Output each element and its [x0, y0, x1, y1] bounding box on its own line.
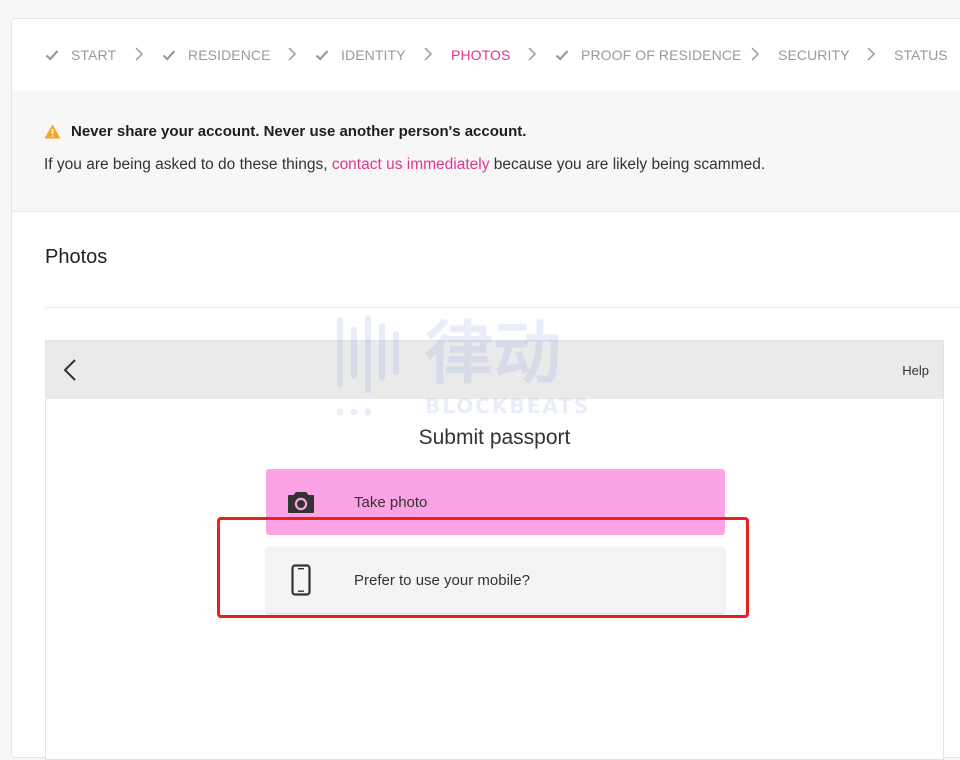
progress-stepper: START RESIDENCE IDENTITY PHOTOS PROOF OF…: [12, 19, 960, 91]
check-icon: [162, 49, 176, 61]
chevron-right-icon: [751, 47, 760, 61]
step-proof-of-residence[interactable]: PROOF OF RESIDENCE: [555, 19, 741, 90]
step-label: PHOTOS: [451, 46, 511, 63]
step-start[interactable]: START: [45, 19, 116, 90]
warning-title-text: Never share your account. Never use anot…: [71, 123, 527, 140]
camera-icon: [286, 487, 316, 517]
warning-triangle-icon: [44, 124, 61, 139]
step-identity[interactable]: IDENTITY: [315, 19, 406, 90]
step-residence[interactable]: RESIDENCE: [162, 19, 271, 90]
widget-header: Help: [46, 341, 943, 399]
chevron-right-icon: [528, 47, 537, 61]
take-photo-button[interactable]: Take photo: [266, 469, 725, 535]
scam-warning-box: Never share your account. Never use anot…: [12, 90, 960, 212]
check-icon: [315, 49, 329, 61]
chevron-left-icon[interactable]: [60, 357, 82, 383]
step-security[interactable]: SECURITY: [778, 19, 850, 90]
warning-title: Never share your account. Never use anot…: [44, 123, 526, 140]
step-label: IDENTITY: [341, 46, 406, 63]
warning-text-before: If you are being asked to do these thing…: [44, 156, 328, 173]
passport-upload-widget: Help Submit passport Take photo Prefer t…: [45, 340, 944, 760]
chevron-right-icon: [135, 47, 144, 61]
step-label: START: [71, 46, 117, 63]
widget-title: Submit passport: [418, 426, 571, 449]
check-icon: [45, 49, 59, 61]
step-label: PROOF OF RESIDENCE: [581, 46, 742, 63]
chevron-right-icon: [424, 47, 433, 61]
step-label: SECURITY: [778, 46, 850, 63]
step-photos[interactable]: PHOTOS: [451, 19, 510, 90]
use-mobile-label: Prefer to use your mobile?: [354, 571, 530, 589]
step-status[interactable]: STATUS: [894, 19, 948, 90]
warning-text: If you are being asked to do these thing…: [44, 156, 765, 174]
use-mobile-button[interactable]: Prefer to use your mobile?: [266, 547, 725, 613]
smartphone-icon: [286, 564, 316, 596]
take-photo-label: Take photo: [354, 493, 428, 511]
step-label: RESIDENCE: [188, 46, 271, 63]
page-title: Photos: [45, 246, 108, 268]
contact-us-link[interactable]: contact us immediately: [332, 156, 490, 173]
verification-card: START RESIDENCE IDENTITY PHOTOS PROOF OF…: [11, 18, 960, 760]
warning-text-after: because you are likely being scammed.: [493, 156, 766, 173]
help-link[interactable]: Help: [902, 363, 929, 378]
step-label: STATUS: [894, 46, 948, 63]
divider: [45, 307, 960, 308]
chevron-right-icon: [288, 47, 297, 61]
chevron-right-icon: [867, 47, 876, 61]
check-icon: [555, 49, 569, 61]
